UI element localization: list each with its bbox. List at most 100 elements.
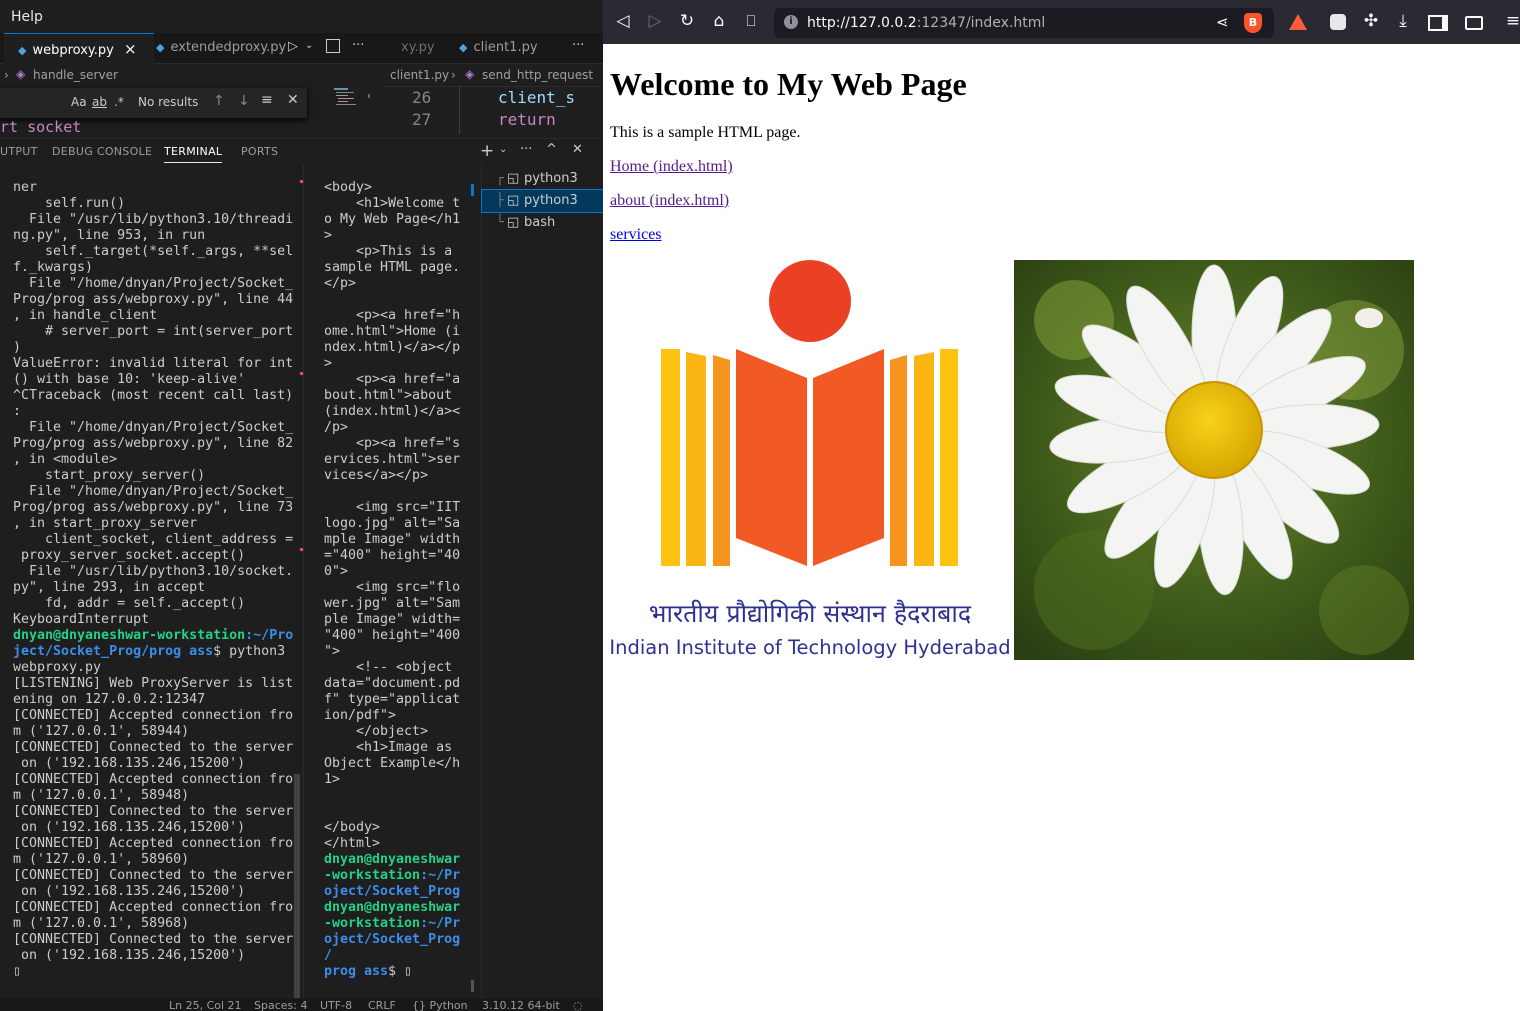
run-icon[interactable]: ▷	[288, 39, 298, 54]
code-line: client_s	[498, 88, 576, 107]
close-icon[interactable]: ✕	[287, 92, 299, 108]
terminal-prompt: dnyan@dnyaneshwar-workstation:~/Pro ject…	[13, 628, 300, 660]
prompt-user: dnyan@dnyaneshwar	[324, 852, 461, 867]
prompt-path: oject/Socket_Prog	[324, 932, 461, 947]
link-about[interactable]: about (index.html)	[610, 192, 729, 209]
daisy-graphic	[1014, 260, 1414, 660]
tab-webproxy[interactable]: ◆ webproxy.py ×	[4, 33, 154, 64]
logo-english-text: Indian Institute of Technology Hyderabad	[610, 636, 1010, 659]
new-terminal-icon[interactable]: +	[480, 141, 494, 161]
scroll-marker	[471, 980, 474, 992]
terminal-list-item[interactable]: ├ ◱ python3	[481, 189, 603, 213]
prompt-path: ject/Socket_Prog/prog ass	[13, 644, 214, 659]
status-encoding[interactable]: UTF-8	[320, 999, 352, 1011]
sidebar-icon[interactable]	[1428, 15, 1448, 31]
terminal-left[interactable]: ner self.run() File "/usr/lib/python3.10…	[13, 180, 300, 990]
info-icon[interactable]: i	[784, 15, 798, 29]
tab-terminal[interactable]: TERMINAL	[164, 145, 223, 163]
tab-output[interactable]: UTPUT	[0, 145, 38, 158]
more-actions-icon[interactable]: ···	[520, 142, 532, 157]
split-editor-icon[interactable]	[326, 39, 340, 53]
prompt-path: oject/Socket_Prog	[324, 884, 461, 899]
menu-help[interactable]: Help	[11, 9, 43, 25]
find-in-selection-icon[interactable]: ≡	[261, 92, 273, 108]
more-actions-icon[interactable]: ···	[352, 38, 364, 53]
terminal-icon: ◱	[507, 215, 520, 230]
back-icon[interactable]: ◁	[612, 10, 634, 32]
panel-tab-bar: UTPUT DEBUG CONSOLE TERMINAL PORTS + ⌄ ·…	[0, 138, 603, 165]
terminal-list-item[interactable]: ┌ ◱ python3	[482, 168, 603, 190]
regex-toggle[interactable]: .*	[114, 95, 124, 109]
wallet-icon[interactable]	[1465, 16, 1483, 30]
chevron-right-icon: ›	[451, 68, 456, 82]
status-language[interactable]: {} Python	[412, 999, 468, 1011]
tab-label: webproxy.py	[32, 43, 114, 58]
arrow-up-icon[interactable]: ↑	[213, 93, 225, 109]
terminal-list-label: python3	[524, 193, 578, 208]
terminal-middle[interactable]: <body> <h1>Welcome t o My Web Page</h1 >…	[324, 180, 474, 990]
address-bar[interactable]: i http://127.0.0.2:12347/index.html ⋖ B	[774, 8, 1274, 38]
terminal-prompt: dnyan@dnyaneshwar -workstation:~/Pr ojec…	[324, 852, 474, 980]
minimap[interactable]	[332, 86, 370, 116]
terminal-list: ┌ ◱ python3 ├ ◱ python3 └ ◱ bash	[481, 166, 603, 246]
terminal-list-item[interactable]: └ ◱ bash	[482, 212, 603, 234]
forward-icon[interactable]: ▷	[644, 10, 666, 32]
more-actions-icon[interactable]: ···	[572, 38, 584, 53]
menu-icon[interactable]: ≡	[1502, 10, 1520, 32]
download-icon[interactable]: ⤓	[1392, 10, 1414, 32]
status-interpreter[interactable]: 3.10.12 64-bit	[482, 999, 560, 1011]
status-indentation[interactable]: Spaces: 4	[254, 999, 307, 1011]
tab-client1[interactable]: ◆ client1.py	[459, 33, 549, 63]
breadcrumb-file[interactable]: client1.py	[390, 68, 449, 82]
url-path: :12347/index.html	[916, 15, 1046, 31]
home-icon[interactable]: ⌂	[708, 10, 730, 32]
bookmark-icon[interactable]: ⎕	[740, 10, 762, 32]
extensions-puzzle-icon[interactable]: ✣	[1360, 10, 1382, 32]
flower-image	[1014, 260, 1414, 660]
chevron-down-icon[interactable]: ⌄	[305, 40, 313, 51]
minimap-graphic	[334, 88, 370, 105]
status-cursor-position[interactable]: Ln 25, Col 21	[169, 999, 242, 1011]
prompt-path: /	[324, 948, 333, 963]
link-services[interactable]: services	[610, 226, 662, 243]
prompt-user: -workstation	[324, 916, 421, 931]
breadcrumb-symbol[interactable]: send_http_request	[482, 68, 593, 82]
split-divider[interactable]	[303, 164, 304, 998]
intro-paragraph: This is a sample HTML page.	[610, 124, 801, 141]
share-icon[interactable]: ⋖	[1216, 13, 1229, 31]
prompt-path: prog ass	[324, 964, 389, 979]
close-panel-icon[interactable]: ✕	[572, 142, 583, 157]
arrow-down-icon[interactable]: ↓	[238, 93, 250, 109]
tab-partial[interactable]: xy.py	[383, 33, 443, 63]
status-bar: Ln 25, Col 21 Spaces: 4 UTF-8 CRLF {} Py…	[0, 999, 603, 1011]
tab-extendedproxy[interactable]: ◆ extendedproxy.py	[156, 33, 286, 63]
find-widget: Aa ab .* No results ↑ ↓ ≡ ✕	[0, 88, 307, 118]
chevron-down-icon[interactable]: ⌄	[499, 144, 507, 155]
editor-code-line: rt socket	[0, 118, 82, 134]
reload-icon[interactable]: ↻	[676, 10, 698, 32]
chevron-right-icon: ›	[4, 68, 9, 82]
breadcrumb-symbol[interactable]: handle_server	[33, 68, 118, 82]
terminal-scrollbar[interactable]	[294, 774, 300, 998]
maximize-panel-icon[interactable]: ^	[546, 142, 557, 157]
scroll-marker	[471, 184, 474, 196]
link-home[interactable]: Home (index.html)	[610, 158, 733, 175]
brave-shield-icon[interactable]: B	[1244, 13, 1262, 33]
tree-guide-icon: └	[496, 215, 504, 230]
split-divider[interactable]	[481, 164, 482, 998]
tab-label: xy.py	[401, 40, 435, 55]
browser-window: ◁ ▷ ↻ ⌂ ⎕ i http://127.0.0.2:12347/index…	[603, 0, 1520, 1011]
tab-debug-console[interactable]: DEBUG CONSOLE	[52, 145, 152, 158]
match-case-toggle[interactable]: Aa	[71, 95, 87, 109]
terminal-list-label: bash	[524, 215, 556, 230]
tab-ports[interactable]: PORTS	[241, 145, 278, 158]
brave-rewards-icon[interactable]	[1289, 14, 1307, 30]
extension-icon[interactable]	[1330, 14, 1346, 30]
menu-bar: Help	[0, 0, 603, 33]
whole-word-toggle[interactable]: ab	[92, 95, 107, 109]
status-eol[interactable]: CRLF	[368, 999, 396, 1011]
find-result-count: No results	[138, 95, 199, 109]
close-icon[interactable]: ×	[124, 40, 137, 58]
iith-logo-graphic: भारतीय प्रौद्योगिकी संस्थान हैदराबाद Ind…	[609, 260, 1011, 659]
notifications-icon[interactable]: ◌	[573, 999, 583, 1011]
